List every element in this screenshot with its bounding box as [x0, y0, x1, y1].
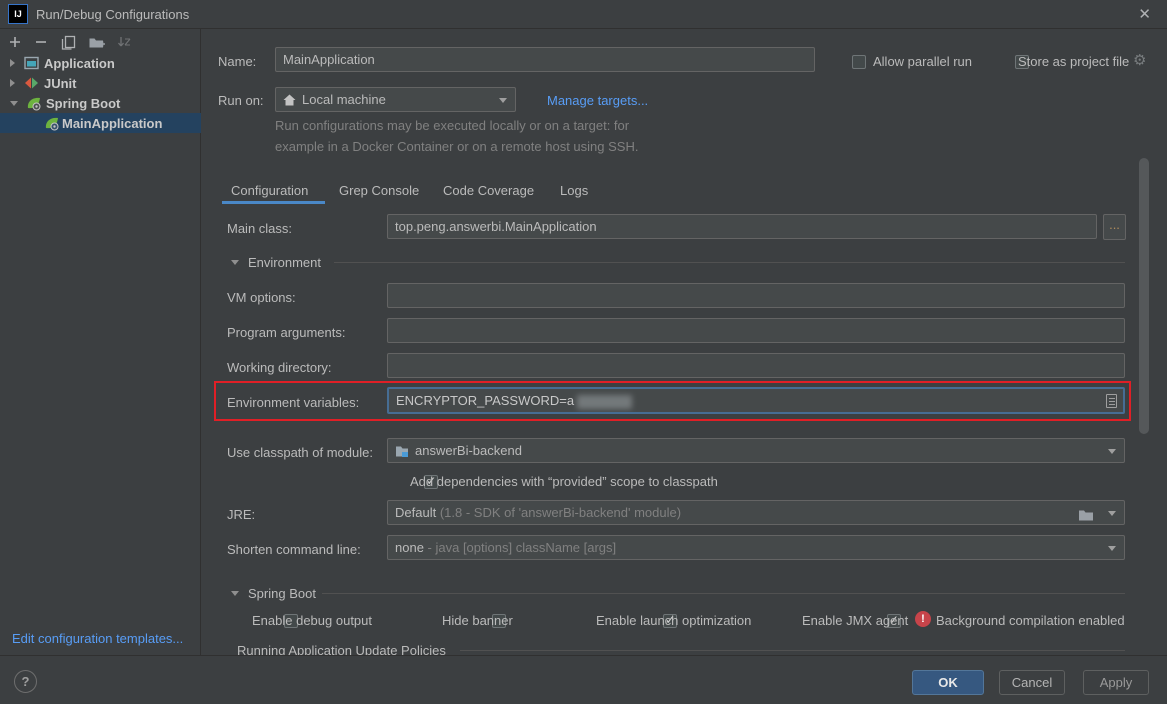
intellij-logo-icon: IJ	[8, 4, 28, 24]
chevron-down-icon[interactable]	[10, 101, 18, 106]
tab-code-coverage[interactable]: Code Coverage	[443, 183, 534, 198]
shorten-command-line-select[interactable]: none - java [options] className [args]	[387, 535, 1125, 560]
section-divider	[334, 262, 1125, 263]
copy-configuration-icon[interactable]	[59, 33, 77, 51]
tree-item-label: MainApplication	[62, 116, 162, 131]
environment-variables-label: Environment variables:	[227, 395, 359, 410]
use-classpath-label: Use classpath of module:	[227, 445, 373, 460]
tab-configuration[interactable]: Configuration	[231, 183, 308, 198]
tree-item-label: Spring Boot	[46, 96, 120, 111]
module-icon	[395, 445, 409, 457]
sidebar-toolbar	[0, 29, 200, 54]
environment-section-title: Environment	[248, 255, 321, 270]
main-class-input[interactable]: top.peng.answerbi.MainApplication	[387, 214, 1097, 239]
tree-item-label: JUnit	[44, 76, 77, 91]
tab-grep-console[interactable]: Grep Console	[339, 183, 419, 198]
chevron-right-icon[interactable]	[10, 79, 15, 87]
store-as-project-file-label: Store as project file	[1018, 54, 1129, 69]
application-icon	[24, 56, 39, 70]
working-directory-input[interactable]	[387, 353, 1125, 378]
name-input[interactable]: MainApplication	[275, 47, 815, 72]
sort-configurations-icon[interactable]	[115, 33, 133, 51]
provided-scope-label: Add dependencies with “provided” scope t…	[410, 474, 718, 489]
cancel-button[interactable]: Cancel	[999, 670, 1065, 695]
use-classpath-value: answerBi-backend	[415, 443, 522, 458]
environment-variables-value: ENCRYPTOR_PASSWORD=a	[396, 393, 574, 408]
shorten-value: none	[395, 540, 424, 555]
collapse-spring-boot-icon[interactable]	[231, 591, 239, 596]
edit-configuration-templates-link[interactable]: Edit configuration templates...	[12, 631, 183, 646]
ok-button[interactable]: OK	[912, 670, 984, 695]
dropdown-arrow-icon	[1108, 511, 1116, 516]
collapse-environment-icon[interactable]	[231, 260, 239, 265]
redacted-password-value	[577, 395, 632, 409]
browse-variables-icon[interactable]	[1106, 394, 1117, 408]
section-divider	[322, 593, 1125, 594]
vm-options-input[interactable]	[387, 283, 1125, 308]
manage-targets-link[interactable]: Manage targets...	[547, 93, 648, 108]
run-debug-configurations-dialog: IJ Run/Debug Configurations ✕	[0, 0, 1167, 704]
name-label: Name:	[218, 54, 256, 69]
tab-bar: Configuration Grep Console Code Coverage…	[0, 183, 1167, 205]
run-on-help-line1: Run configurations may be executed local…	[275, 118, 629, 133]
working-directory-label: Working directory:	[227, 360, 332, 375]
remove-configuration-icon[interactable]	[32, 33, 50, 51]
sidebar-item-application[interactable]: Application	[0, 53, 201, 73]
error-icon: !	[915, 611, 931, 627]
vm-options-label: VM options:	[227, 290, 296, 305]
section-divider	[460, 650, 1125, 651]
program-arguments-label: Program arguments:	[227, 325, 346, 340]
new-folder-icon[interactable]	[87, 33, 105, 51]
shorten-hint: - java [options] className [args]	[428, 540, 617, 555]
use-classpath-select[interactable]: answerBi-backend	[387, 438, 1125, 463]
spring-boot-section-title: Spring Boot	[248, 586, 316, 601]
hide-banner-label: Hide banner	[442, 613, 513, 628]
shorten-command-line-label: Shorten command line:	[227, 542, 361, 557]
main-class-label: Main class:	[227, 221, 292, 236]
home-icon	[283, 94, 296, 106]
spring-boot-icon	[26, 96, 42, 111]
junit-icon	[24, 76, 39, 90]
active-tab-indicator	[222, 201, 325, 204]
run-on-help-line2: example in a Docker Container or on a re…	[275, 139, 638, 154]
gear-icon[interactable]: ⚙	[1133, 51, 1146, 69]
sidebar-item-junit[interactable]: JUnit	[0, 73, 201, 93]
environment-variables-input[interactable]: ENCRYPTOR_PASSWORD=a	[387, 387, 1125, 414]
tree-item-label: Application	[44, 56, 115, 71]
background-compilation-warning: Background compilation enabled	[936, 613, 1125, 628]
title-bar: IJ Run/Debug Configurations ✕	[0, 0, 1167, 29]
folder-icon[interactable]	[1078, 505, 1094, 525]
configurations-sidebar: Application JUnit Spring Boot MainApplic…	[0, 29, 201, 655]
run-on-select[interactable]: Local machine	[275, 87, 516, 112]
jre-label: JRE:	[227, 507, 255, 522]
vertical-scrollbar[interactable]	[1139, 158, 1149, 434]
dropdown-arrow-icon	[1108, 546, 1116, 551]
allow-parallel-run-label: Allow parallel run	[873, 54, 972, 69]
enable-launch-optimization-label: Enable launch optimization	[596, 613, 751, 628]
add-configuration-icon[interactable]	[6, 33, 24, 51]
dialog-footer: ? OK Cancel Apply	[0, 655, 1167, 704]
enable-jmx-agent-label: Enable JMX agent	[802, 613, 908, 628]
close-icon[interactable]: ✕	[1138, 5, 1151, 23]
run-on-label: Run on:	[218, 93, 264, 108]
tab-logs[interactable]: Logs	[560, 183, 588, 198]
jre-select[interactable]: Default (1.8 - SDK of 'answerBi-backend'…	[387, 500, 1125, 525]
jre-hint: (1.8 - SDK of 'answerBi-backend' module)	[440, 505, 681, 520]
jre-value: Default	[395, 505, 436, 520]
enable-debug-output-label: Enable debug output	[252, 613, 372, 628]
allow-parallel-run-checkbox[interactable]: ✓	[852, 55, 866, 69]
apply-button[interactable]: Apply	[1083, 670, 1149, 695]
sidebar-item-spring-boot[interactable]: Spring Boot	[0, 93, 201, 113]
browse-main-class-button[interactable]: ...	[1103, 214, 1126, 240]
dialog-title: Run/Debug Configurations	[36, 7, 189, 22]
run-on-value: Local machine	[302, 92, 386, 107]
dropdown-arrow-icon	[1108, 449, 1116, 454]
sidebar-item-mainapplication[interactable]: MainApplication	[0, 113, 201, 133]
program-arguments-input[interactable]	[387, 318, 1125, 343]
help-button[interactable]: ?	[14, 670, 37, 693]
dropdown-arrow-icon	[499, 98, 507, 103]
spring-boot-run-icon	[44, 116, 60, 131]
chevron-right-icon[interactable]	[10, 59, 15, 67]
